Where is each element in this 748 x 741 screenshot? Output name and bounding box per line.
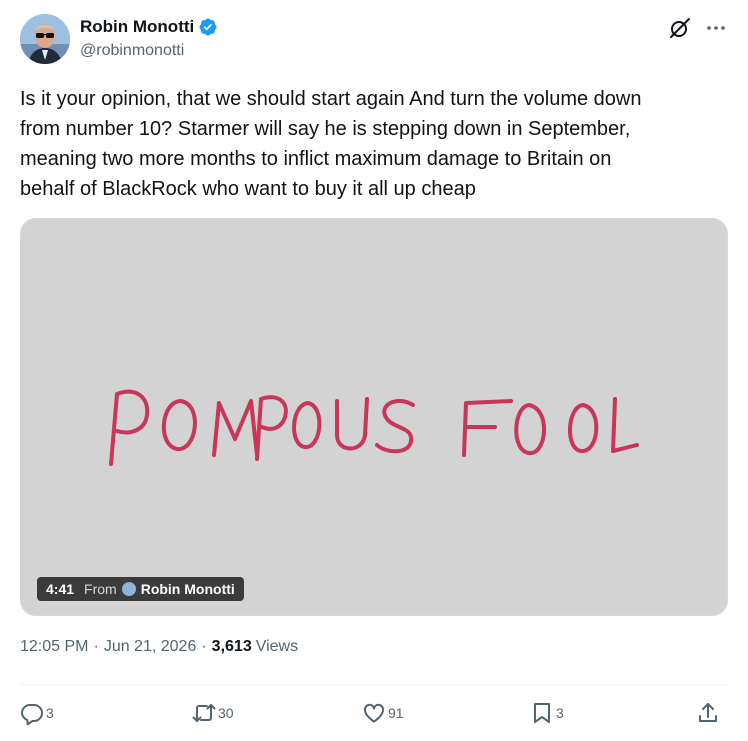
- video-source-name[interactable]: Robin Monotti: [141, 581, 235, 597]
- reply-button[interactable]: 3: [20, 698, 54, 728]
- bookmark-button[interactable]: 3: [530, 698, 564, 728]
- separator-dot: ·: [93, 638, 99, 655]
- views-count: 3,613: [211, 638, 252, 655]
- like-icon: [363, 703, 385, 723]
- repost-button[interactable]: 30: [192, 698, 234, 728]
- repost-icon: [192, 704, 216, 722]
- tweet-header: Robin Monotti @robinmonotti: [20, 14, 728, 66]
- video-badge: 4:41 From Robin Monotti: [37, 577, 244, 601]
- author-names: Robin Monotti @robinmonotti: [80, 16, 218, 60]
- tweet-time[interactable]: 12:05 PM: [20, 638, 88, 656]
- video-player[interactable]: 4:41 From Robin Monotti: [20, 218, 728, 616]
- like-button[interactable]: 91: [362, 698, 404, 728]
- views-label: Views: [255, 638, 299, 655]
- author-display-name[interactable]: Robin Monotti: [80, 17, 194, 37]
- bookmark-icon: [534, 703, 550, 723]
- grok-icon[interactable]: [668, 16, 692, 40]
- reply-count: 3: [46, 705, 54, 721]
- reply-icon: [21, 704, 43, 725]
- video-duration: 4:41: [46, 581, 75, 597]
- tweet-date[interactable]: Jun 21, 2026: [104, 638, 197, 656]
- tweet-text: Is it your opinion, that we should start…: [20, 88, 642, 200]
- tweet-meta: 12:05 PM · Jun 21, 2026 · 3,613 Views: [20, 638, 298, 656]
- repost-count: 30: [218, 705, 234, 721]
- share-icon: [699, 703, 717, 722]
- verified-badge-icon: [198, 17, 218, 37]
- source-avatar: [121, 582, 136, 596]
- divider: [20, 684, 728, 685]
- avatar[interactable]: [20, 14, 70, 64]
- like-count: 91: [388, 705, 404, 721]
- bookmark-count: 3: [556, 705, 564, 721]
- handwritten-drawing: [109, 389, 639, 466]
- action-bar: 3 30 91 3: [20, 698, 728, 728]
- more-icon[interactable]: [704, 16, 728, 40]
- video-from-label: From: [84, 581, 117, 597]
- author-handle[interactable]: @robinmonotti: [80, 42, 218, 60]
- share-button[interactable]: [696, 698, 722, 728]
- separator-dot: ·: [201, 638, 207, 655]
